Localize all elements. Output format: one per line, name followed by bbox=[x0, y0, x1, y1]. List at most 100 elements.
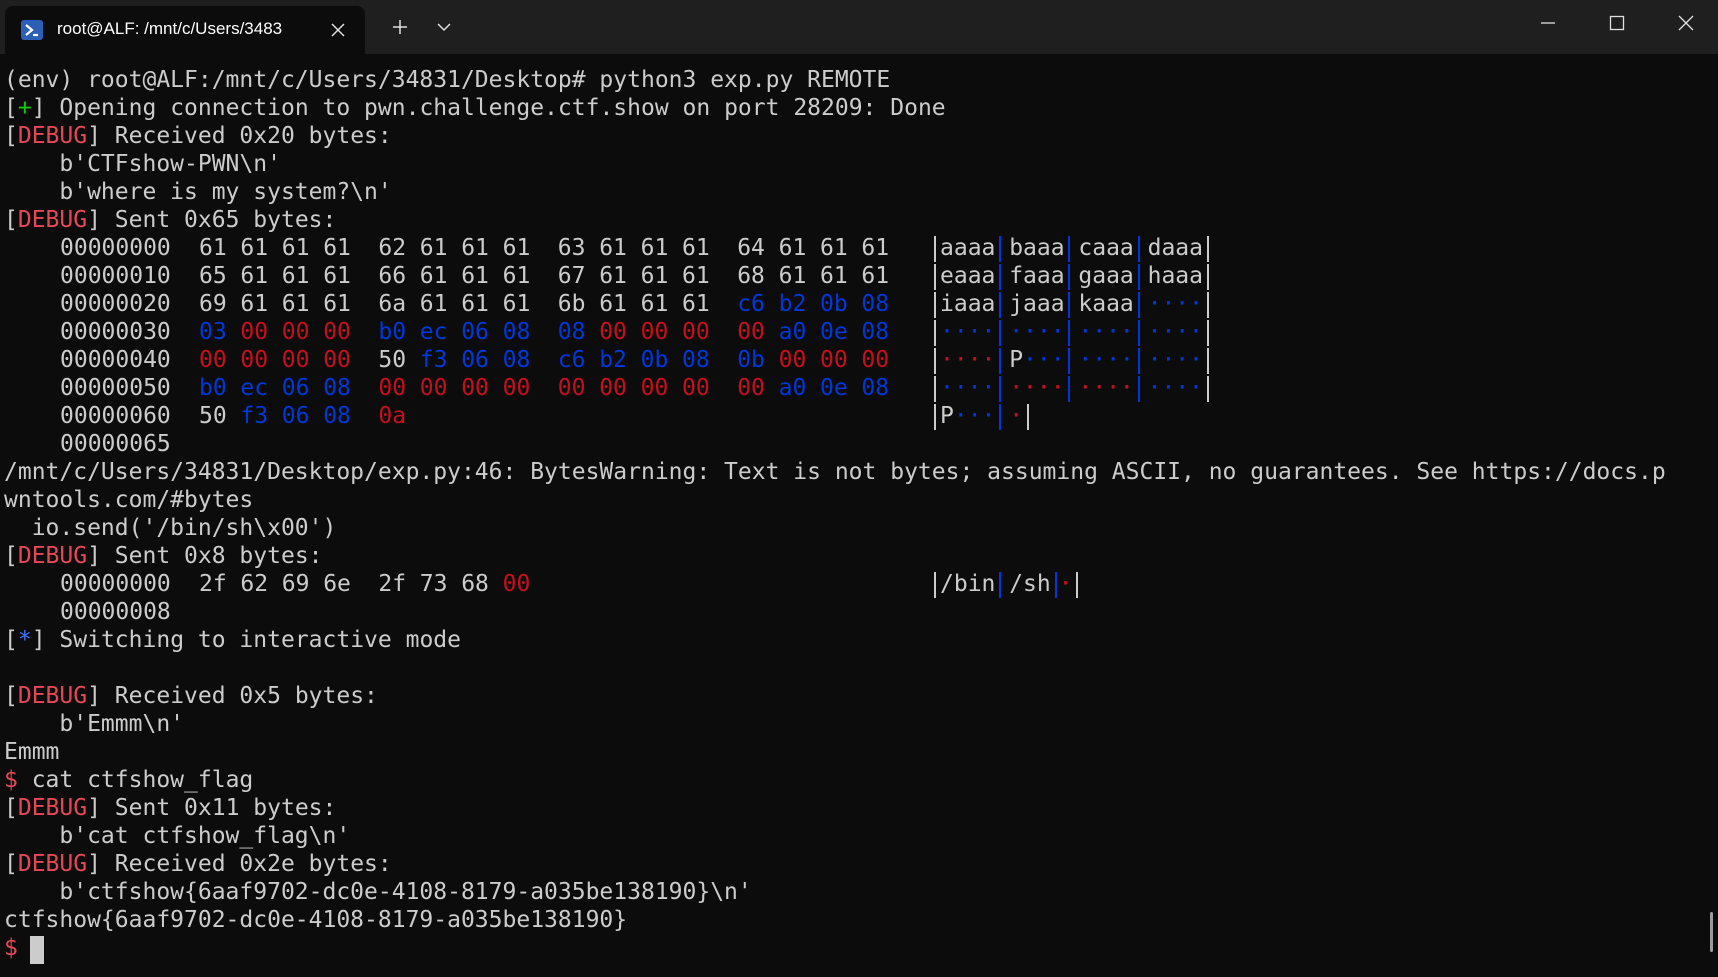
hex-byte: 61 bbox=[599, 291, 627, 317]
hex-byte: b2 bbox=[599, 347, 627, 373]
hex-byte: 62 bbox=[240, 571, 269, 597]
window-close-button[interactable] bbox=[1662, 6, 1710, 40]
hex-byte: 61 bbox=[323, 263, 351, 289]
shell-command-line: $ cat ctfshow_flag bbox=[4, 766, 253, 794]
ascii-group: caaa bbox=[1078, 235, 1134, 261]
tab-dropdown-button[interactable] bbox=[426, 10, 462, 44]
ascii-group: iaaa bbox=[940, 291, 996, 317]
hex-byte: 08 bbox=[682, 347, 710, 373]
hex-byte: 0b bbox=[820, 291, 848, 317]
scrollbar-thumb[interactable] bbox=[1710, 912, 1713, 952]
hex-byte: 61 bbox=[323, 291, 351, 317]
ascii-separator bbox=[1206, 292, 1209, 318]
hex-byte: 61 bbox=[778, 235, 807, 261]
ascii-separator bbox=[934, 236, 936, 262]
hex-byte: 00 bbox=[861, 347, 890, 373]
ascii-separator bbox=[1068, 320, 1071, 346]
hex-byte: 08 bbox=[861, 319, 890, 345]
ascii-group: /sh bbox=[1009, 571, 1051, 597]
text-cursor bbox=[30, 936, 44, 964]
hex-byte: 06 bbox=[461, 319, 489, 345]
new-tab-button[interactable] bbox=[380, 10, 420, 44]
hex-byte: 00 bbox=[240, 347, 269, 373]
ascii-separator bbox=[934, 320, 936, 346]
tab-close-button[interactable] bbox=[325, 18, 351, 42]
bracket-open: [ bbox=[4, 851, 18, 877]
warning-source-line: io.send('/bin/sh\x00') bbox=[4, 515, 337, 541]
hex-byte: b0 bbox=[199, 375, 227, 401]
debug-tag: DEBUG bbox=[17, 851, 88, 877]
command-line: (env) root@ALF:/mnt/c/Users/34831/Deskto… bbox=[4, 67, 891, 93]
hex-byte: 61 bbox=[599, 263, 627, 289]
maximize-button[interactable] bbox=[1593, 6, 1641, 40]
ascii-separator bbox=[999, 292, 1002, 318]
powershell-icon bbox=[21, 20, 43, 40]
ascii-group: ···· bbox=[1078, 319, 1134, 345]
hex-byte: 69 bbox=[281, 571, 310, 597]
hex-byte: 00 bbox=[323, 319, 351, 345]
hex-byte: 00 bbox=[502, 571, 531, 597]
hex-byte: 61 bbox=[820, 235, 848, 261]
ascii-separator bbox=[1054, 572, 1057, 598]
status-text: ] Switching to interactive mode bbox=[31, 627, 461, 653]
shell-prompt-line: $ bbox=[4, 934, 18, 962]
debug-text: ] Sent 0x11 bytes: bbox=[87, 795, 337, 821]
ascii-group: ···· bbox=[1009, 375, 1065, 401]
hexdump-offset: 00000040 bbox=[60, 347, 171, 373]
ascii-group: faaa bbox=[1009, 263, 1065, 289]
ascii-separator bbox=[999, 264, 1002, 290]
hex-byte: 61 bbox=[240, 235, 269, 261]
status-plus-marker: + bbox=[17, 95, 32, 121]
hex-byte: 61 bbox=[281, 263, 310, 289]
ascii-group: ···· bbox=[1078, 375, 1134, 401]
bytes-line: b'cat ctfshow_flag\n' bbox=[4, 823, 351, 849]
hex-byte: 61 bbox=[419, 235, 448, 261]
hex-byte: b0 bbox=[378, 319, 407, 345]
hex-byte: 61 bbox=[682, 291, 710, 317]
hex-byte: 61 bbox=[419, 291, 448, 317]
debug-tag: DEBUG bbox=[17, 795, 88, 821]
hexdump-offset: 00000050 bbox=[60, 375, 171, 401]
ascii-group: baaa bbox=[1009, 235, 1065, 261]
hex-byte: 08 bbox=[557, 319, 586, 345]
ascii-group: ···· bbox=[1009, 319, 1065, 345]
ascii-separator bbox=[1137, 348, 1140, 374]
terminal-tab[interactable]: root@ALF: /mnt/c/Users/3483 bbox=[5, 6, 365, 54]
bracket-open: [ bbox=[4, 123, 18, 149]
debug-tag: DEBUG bbox=[17, 683, 88, 709]
status-text: ] Opening connection to pwn.challenge.ct… bbox=[31, 95, 946, 121]
minimize-button[interactable] bbox=[1524, 6, 1572, 40]
ascii-separator bbox=[1137, 376, 1140, 402]
hex-byte: 63 bbox=[557, 235, 586, 261]
hex-byte: 00 bbox=[778, 347, 807, 373]
ascii-group: P··· bbox=[940, 403, 996, 429]
ascii-separator bbox=[999, 320, 1002, 346]
hex-byte: 61 bbox=[640, 263, 669, 289]
hex-byte: 00 bbox=[323, 347, 351, 373]
bracket-open: [ bbox=[4, 543, 18, 569]
hex-byte: 62 bbox=[378, 235, 407, 261]
ascii-separator bbox=[1137, 236, 1140, 262]
terminal-output[interactable]: (env) root@ALF:/mnt/c/Users/34831/Deskto… bbox=[0, 54, 1718, 977]
hex-byte: 61 bbox=[323, 235, 351, 261]
hex-byte: b2 bbox=[778, 291, 807, 317]
bytes-line: b'Emmm\n' bbox=[4, 711, 185, 737]
debug-text: ] Received 0x20 bytes: bbox=[87, 123, 392, 149]
ascii-group: ···· bbox=[940, 347, 996, 373]
hex-byte: 61 bbox=[281, 235, 310, 261]
ascii-group: jaaa bbox=[1009, 291, 1065, 317]
hex-byte: 00 bbox=[599, 319, 627, 345]
ascii-separator bbox=[934, 292, 936, 318]
ascii-group: P··· bbox=[1009, 347, 1065, 373]
hex-byte: 6a bbox=[378, 291, 407, 317]
hex-byte: 68 bbox=[461, 571, 489, 597]
hex-byte: 61 bbox=[240, 263, 269, 289]
ascii-group: ···· bbox=[1147, 375, 1203, 401]
ascii-group: haaa bbox=[1147, 263, 1203, 289]
tab-title: root@ALF: /mnt/c/Users/3483 bbox=[57, 19, 283, 38]
hex-byte: 50 bbox=[378, 347, 407, 373]
hex-byte: 03 bbox=[199, 319, 227, 345]
ascii-separator bbox=[999, 348, 1002, 374]
ascii-group: ···· bbox=[1147, 319, 1203, 345]
debug-text: ] Received 0x2e bytes: bbox=[87, 851, 392, 877]
